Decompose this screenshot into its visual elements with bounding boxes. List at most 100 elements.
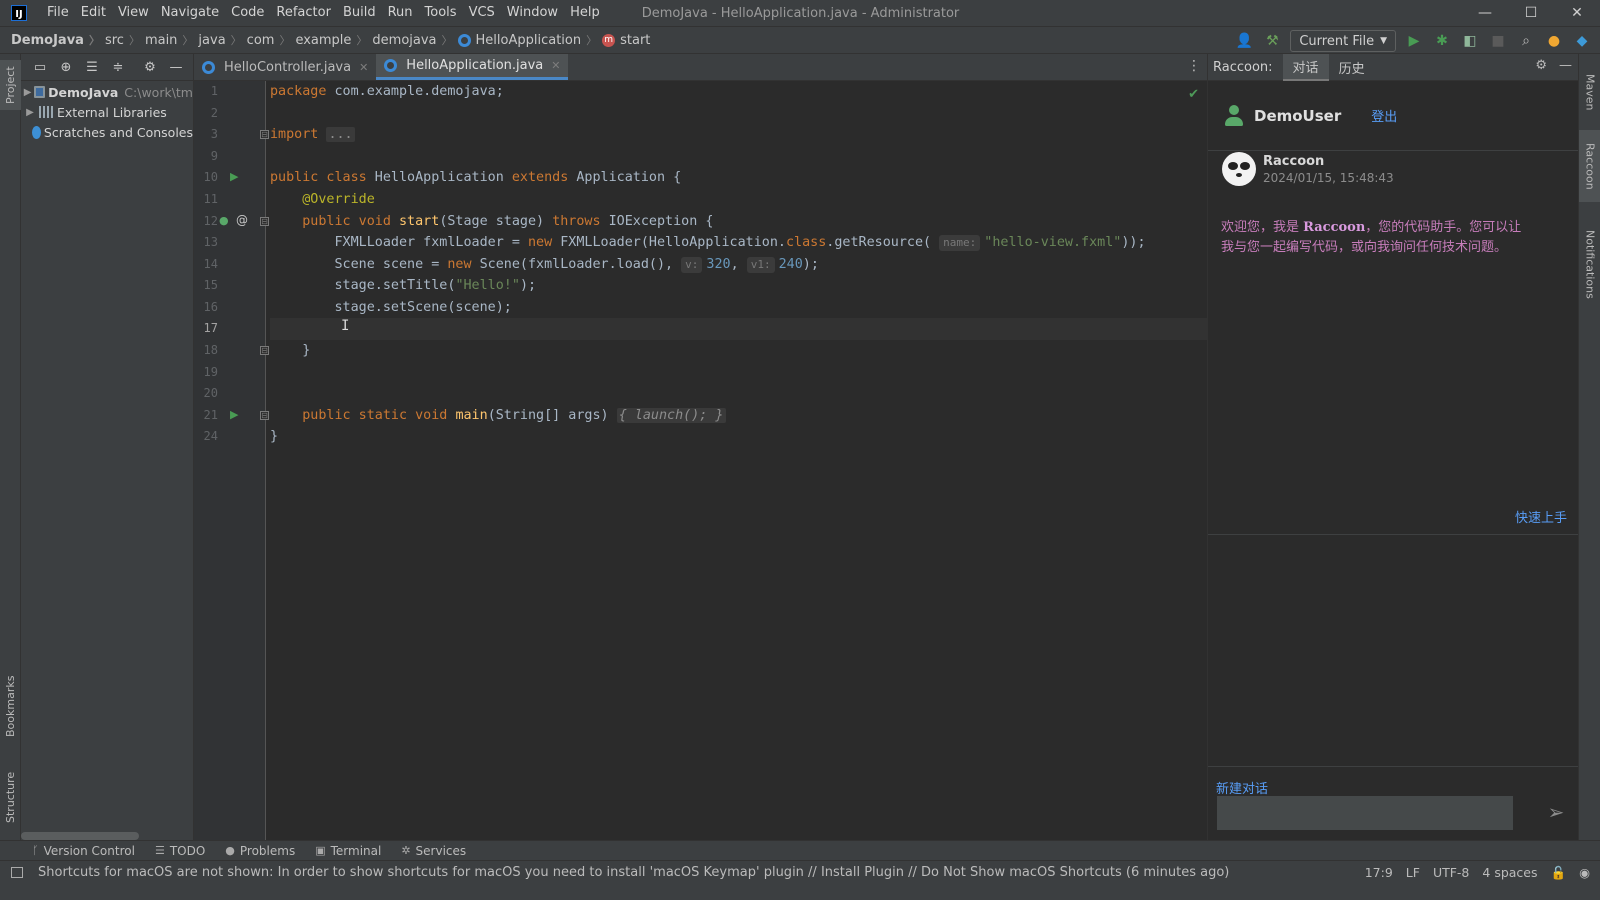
jetbrains-toolbox-icon[interactable]: ◆ bbox=[1572, 31, 1592, 51]
menu-code[interactable]: Code bbox=[225, 0, 270, 26]
run-icon[interactable]: ▶ bbox=[1404, 31, 1424, 51]
chevron-right-icon: 〉 bbox=[128, 34, 140, 47]
override-method-icon[interactable]: ● bbox=[219, 214, 229, 227]
folded-method-body[interactable]: { launch(); } bbox=[616, 408, 726, 423]
maven-tool-tab[interactable]: Maven bbox=[1579, 62, 1600, 122]
menu-window[interactable]: Window bbox=[501, 0, 564, 26]
menu-edit[interactable]: Edit bbox=[75, 0, 112, 26]
quick-start-link[interactable]: 快速上手 bbox=[1515, 507, 1567, 526]
parameter-hint: v: bbox=[681, 257, 703, 273]
breadcrumb-java[interactable]: java 〉 bbox=[198, 32, 246, 48]
fold-marker-icon[interactable]: ⊟ bbox=[260, 217, 269, 226]
breadcrumb-demojava[interactable]: demojava 〉 bbox=[372, 32, 457, 48]
send-icon[interactable]: ➢ bbox=[1544, 800, 1568, 824]
chevron-right-icon[interactable]: ▶ bbox=[21, 107, 39, 118]
maximize-button[interactable]: ☐ bbox=[1508, 0, 1554, 26]
close-icon[interactable]: ✕ bbox=[551, 59, 560, 72]
hide-panel-icon[interactable]: — bbox=[167, 58, 185, 76]
horizontal-scrollbar[interactable] bbox=[21, 832, 139, 840]
close-icon[interactable]: ✕ bbox=[359, 61, 368, 74]
fold-marker-icon[interactable]: ⊟ bbox=[260, 411, 269, 420]
version-control-button[interactable]: ᚴ Version Control bbox=[32, 844, 135, 858]
raccoon-status-icon[interactable]: ◉ bbox=[1579, 865, 1590, 881]
collapse-all-icon[interactable]: ≑ bbox=[109, 58, 127, 76]
breadcrumb-main[interactable]: main 〉 bbox=[145, 32, 198, 48]
java-class-icon bbox=[457, 33, 471, 47]
services-icon: ✲ bbox=[401, 844, 411, 857]
gear-icon[interactable]: ⚙ bbox=[1535, 58, 1547, 73]
code-token: FXMLLoader fxmlLoader = bbox=[334, 235, 528, 250]
expand-all-icon[interactable]: ☰ bbox=[83, 58, 101, 76]
menu-file[interactable]: File bbox=[41, 0, 75, 26]
todo-button[interactable]: ☰ TODO bbox=[155, 844, 205, 858]
menu-refactor[interactable]: Refactor bbox=[270, 0, 337, 26]
run-main-gutter-icon[interactable]: ▶ bbox=[230, 408, 238, 421]
tree-item-project[interactable]: ▶ DemoJava C:\work\tm bbox=[21, 82, 193, 102]
indent-setting[interactable]: 4 spaces bbox=[1482, 865, 1537, 881]
project-view-select-icon[interactable]: ▭ bbox=[31, 58, 49, 76]
project-tool-tab[interactable]: Project bbox=[0, 60, 21, 110]
coverage-icon[interactable]: ◧ bbox=[1460, 31, 1480, 51]
breadcrumb-example[interactable]: example 〉 bbox=[295, 32, 372, 48]
locate-file-icon[interactable]: ⊕ bbox=[57, 58, 75, 76]
build-hammer-icon[interactable]: ⚒ bbox=[1262, 31, 1282, 51]
problems-button[interactable]: ● Problems bbox=[225, 844, 295, 858]
gear-icon[interactable]: ⚙ bbox=[141, 58, 159, 76]
new-chat-link[interactable]: 新建对话 bbox=[1216, 778, 1268, 797]
menu-view[interactable]: View bbox=[112, 0, 155, 26]
code-editor[interactable]: 1 2 3 9 10 11 12 13 14 15 16 17 18 19 20… bbox=[194, 81, 1207, 840]
menu-navigate[interactable]: Navigate bbox=[155, 0, 225, 26]
breadcrumb-src[interactable]: src 〉 bbox=[105, 32, 145, 48]
breadcrumb-class[interactable]: HelloApplication 〉 bbox=[457, 32, 603, 48]
run-class-gutter-icon[interactable]: ▶ bbox=[230, 170, 238, 183]
menu-vcs[interactable]: VCS bbox=[463, 0, 501, 26]
search-icon[interactable]: ⌕ bbox=[1516, 31, 1536, 51]
tool-windows-toggle-icon[interactable] bbox=[11, 867, 23, 878]
minimize-button[interactable]: — bbox=[1462, 0, 1508, 26]
fold-marker-icon[interactable]: ⊟ bbox=[260, 346, 269, 355]
chat-input[interactable] bbox=[1217, 796, 1513, 830]
caret-position[interactable]: 17:9 bbox=[1365, 865, 1393, 881]
line-separator[interactable]: LF bbox=[1406, 865, 1420, 881]
logout-link[interactable]: 登出 bbox=[1371, 106, 1397, 125]
folded-imports[interactable]: ... bbox=[326, 127, 355, 142]
update-icon[interactable]: ● bbox=[1544, 31, 1564, 51]
tab-helloapplication[interactable]: HelloApplication.java ✕ bbox=[376, 54, 569, 80]
chevron-right-icon[interactable]: ▶ bbox=[21, 87, 34, 98]
services-button[interactable]: ✲ Services bbox=[401, 844, 466, 858]
more-tabs-icon[interactable]: ⋮ bbox=[1187, 58, 1201, 74]
file-encoding[interactable]: UTF-8 bbox=[1433, 865, 1469, 881]
lock-icon[interactable]: 🔓 bbox=[1551, 865, 1567, 881]
structure-tool-tab[interactable]: Structure bbox=[0, 762, 21, 832]
tree-item-external-libraries[interactable]: ▶ External Libraries bbox=[21, 102, 193, 122]
status-message[interactable]: Shortcuts for macOS are not shown: In or… bbox=[38, 865, 1229, 880]
breadcrumb-label: start bbox=[620, 32, 651, 48]
menu-tools[interactable]: Tools bbox=[419, 0, 463, 26]
menu-help[interactable]: Help bbox=[564, 0, 606, 26]
menu-run[interactable]: Run bbox=[382, 0, 419, 26]
stop-icon[interactable]: ■ bbox=[1488, 31, 1508, 51]
tree-item-scratches[interactable]: Scratches and Consoles bbox=[21, 122, 193, 142]
terminal-button[interactable]: ▣ Terminal bbox=[315, 844, 381, 858]
bookmarks-tool-tab[interactable]: Bookmarks bbox=[0, 666, 21, 746]
project-toolbar: ▭ ⊕ ☰ ≑ ⚙ — bbox=[21, 54, 193, 81]
text-cursor-icon: I bbox=[341, 318, 350, 334]
tab-hellocontroller[interactable]: HelloController.java ✕ bbox=[194, 54, 376, 80]
raccoon-panel-header: Raccoon: 对话 历史 ⚙ — bbox=[1208, 53, 1578, 81]
annotation-at-icon[interactable]: @ bbox=[236, 213, 248, 227]
close-window-button[interactable]: ✕ bbox=[1554, 0, 1600, 26]
notifications-tool-tab[interactable]: Notifications bbox=[1579, 216, 1600, 312]
tab-chat[interactable]: 对话 bbox=[1282, 53, 1329, 81]
breadcrumb-method[interactable]: m start bbox=[602, 33, 650, 48]
run-configuration-select[interactable]: Current File ▼ bbox=[1290, 30, 1396, 52]
breadcrumb-com[interactable]: com 〉 bbox=[247, 32, 296, 48]
tab-history[interactable]: 历史 bbox=[1329, 54, 1375, 81]
debug-icon[interactable]: ✱ bbox=[1432, 31, 1452, 51]
raccoon-tool-tab[interactable]: Raccoon bbox=[1579, 130, 1600, 202]
fold-marker-icon[interactable]: ⊟ bbox=[260, 130, 269, 139]
menu-build[interactable]: Build bbox=[337, 0, 382, 26]
no-problems-check-icon[interactable]: ✔ bbox=[1188, 87, 1199, 102]
breadcrumb-project[interactable]: DemoJava 〉 bbox=[11, 32, 105, 48]
user-account-icon[interactable]: 👤 bbox=[1234, 31, 1254, 51]
hide-panel-icon[interactable]: — bbox=[1559, 58, 1572, 73]
